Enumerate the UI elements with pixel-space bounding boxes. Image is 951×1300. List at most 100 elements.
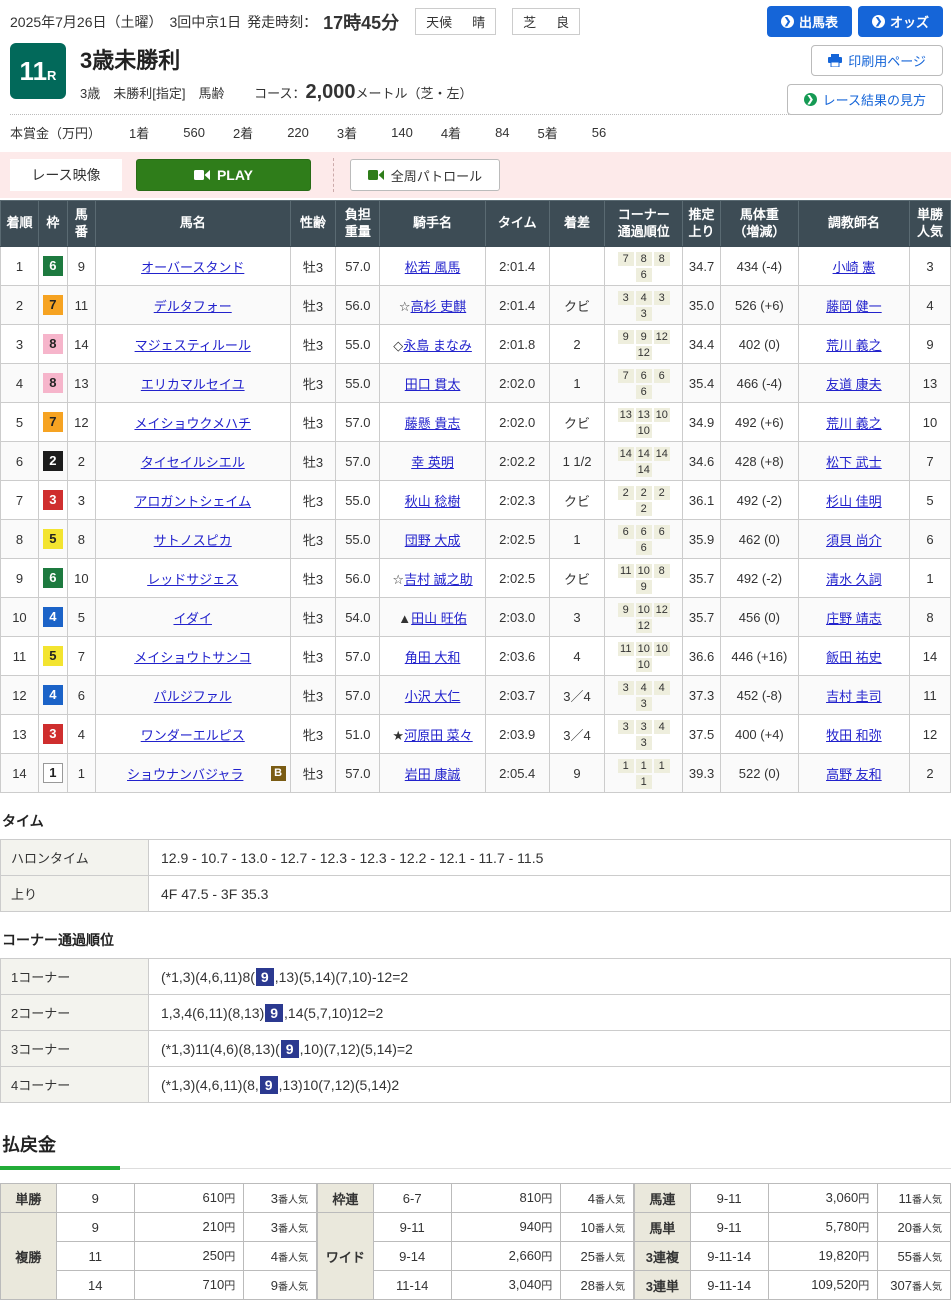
odds-button[interactable]: ❯ オッズ	[857, 6, 943, 37]
trainer-link[interactable]: 飯田 祐史	[826, 650, 882, 665]
horse-name-link[interactable]: イダイ	[173, 611, 211, 626]
finish-time: 2:03.7	[484, 675, 550, 715]
trainer-link[interactable]: 清水 久詞	[826, 572, 882, 587]
exacta-label: 馬単	[634, 1212, 691, 1242]
estimated-last-3f: 39.3	[682, 753, 722, 793]
jockey-link[interactable]: 河原田 菜々	[404, 728, 473, 743]
print-button-label: 印刷用ページ	[848, 54, 926, 69]
horse-name-cell: タイセイルシエル	[94, 441, 291, 481]
jockey-link[interactable]: 角田 大和	[405, 650, 461, 665]
win-favorite-rank: 4	[909, 285, 951, 325]
exacta-amount: 5,780円	[767, 1212, 879, 1242]
sex-age: 牡3	[289, 558, 337, 598]
horse-number: 7	[66, 636, 96, 676]
horse-name-link[interactable]: オーバースタンド	[141, 260, 244, 275]
trifecta-popularity: 307番人気	[877, 1270, 951, 1300]
finish-position: 10	[0, 597, 39, 637]
frame-cell: 3	[37, 714, 68, 754]
jockey-link[interactable]: 永島 まなみ	[403, 338, 472, 353]
trainer-link[interactable]: 吉村 圭司	[826, 689, 882, 704]
trainer-link[interactable]: 荒川 義之	[826, 338, 882, 353]
horse-name-link[interactable]: パルジファル	[154, 689, 232, 704]
sex-age: 牡3	[289, 246, 337, 286]
win-favorite-rank: 13	[909, 363, 951, 403]
jockey-link[interactable]: 藤懸 貴志	[405, 416, 461, 431]
place-popularity: 3番人気	[243, 1212, 317, 1242]
trainer-link[interactable]: 藤岡 健一	[826, 299, 882, 314]
sex-age: 牡3	[289, 636, 337, 676]
finish-time: 2:02.2	[484, 441, 550, 481]
horse-name-link[interactable]: マジェスティルール	[135, 338, 251, 353]
horse-name-link[interactable]: ショウナンバジャラ	[127, 767, 243, 782]
finish-position: 11	[0, 636, 39, 676]
trainer-link[interactable]: 杉山 佳明	[826, 494, 882, 509]
frame-number-badge: 5	[42, 529, 63, 549]
jockey-link[interactable]: 岩田 康誠	[405, 767, 461, 782]
jockey-link[interactable]: 田口 貫太	[405, 377, 461, 392]
horse-weight: 434 (-4)	[720, 246, 799, 286]
horse-name-link[interactable]: デルタフォー	[154, 299, 232, 314]
prize-amount: 84	[495, 125, 510, 140]
race-video-bar: レース映像 PLAY 全周パトロール	[0, 152, 951, 198]
trainer-link[interactable]: 小崎 憲	[833, 260, 876, 275]
win-favorite-rank: 3	[909, 246, 951, 286]
jockey-link[interactable]: 団野 大成	[405, 533, 461, 548]
chevron-right-icon: ❯	[803, 93, 817, 106]
col-horse-number: 馬 番	[66, 200, 96, 247]
jockey-link[interactable]: 高杉 吏麒	[411, 299, 467, 314]
corner-order-text: ,13)(5,14)(7,10)-12=2	[274, 968, 409, 985]
horse-name-link[interactable]: ワンダーエルピス	[141, 728, 245, 743]
horse-name-link[interactable]: エリカマルセイユ	[141, 377, 245, 392]
payout-section-title: 払戻金	[2, 1135, 56, 1155]
finish-position: 4	[0, 363, 39, 403]
horse-number: 4	[66, 714, 96, 754]
carried-weight: 57.0	[335, 246, 381, 286]
entries-button[interactable]: ❯ 出馬表	[766, 6, 852, 37]
horse-name-link[interactable]: メイショウクメハチ	[134, 416, 250, 431]
jockey-cell: ★河原田 菜々	[379, 714, 486, 754]
prize-amount: 56	[591, 125, 607, 140]
horse-name-link[interactable]: レッドサジェス	[147, 572, 238, 587]
corner-positions: 11 10 1010	[604, 636, 684, 676]
bracket-quinella-popularity: 4番人気	[560, 1183, 634, 1213]
jockey-link[interactable]: 幸 英明	[411, 455, 454, 470]
jockey-link[interactable]: 田山 旺佑	[411, 611, 467, 626]
trainer-link[interactable]: 松下 武士	[826, 455, 882, 470]
horse-name-link[interactable]: メイショウトサンコ	[134, 650, 251, 665]
trainer-link[interactable]: 須貝 尚介	[826, 533, 882, 548]
trainer-link[interactable]: 友道 康夫	[826, 377, 882, 392]
corner-pass-number: 7	[617, 252, 634, 266]
estimated-last-3f: 34.7	[682, 246, 722, 286]
corner-pass-number: 7	[617, 369, 634, 383]
frame-cell: 1	[37, 753, 68, 793]
trainer-link[interactable]: 荒川 義之	[826, 416, 882, 431]
trainer-cell: 友道 康夫	[797, 363, 911, 403]
horse-name-cell: パルジファル	[94, 675, 291, 715]
weather-label: 天候	[416, 9, 463, 34]
jockey-link[interactable]: 吉村 誠之助	[404, 572, 473, 587]
horse-name-link[interactable]: サトノスピカ	[154, 533, 232, 548]
jockey-link[interactable]: 小沢 大仁	[405, 689, 461, 704]
horse-name-link[interactable]: タイセイルシエル	[141, 455, 245, 470]
print-page-button[interactable]: 印刷用ページ	[811, 45, 943, 76]
horse-weight: 452 (-8)	[720, 675, 799, 715]
payout-tables: 単勝 9 610円 3番人気 複勝 9 210円 3番人気 11 250円 4番…	[0, 1183, 951, 1300]
result-guide-button[interactable]: ❯ レース結果の見方	[786, 84, 943, 115]
results-tbody: 1 6 9 オーバースタンド 牡3 57.0 松若 風馬 2:01.4 7 8 86…	[0, 246, 951, 793]
trainer-link[interactable]: 牧田 和弥	[826, 728, 882, 743]
patrol-video-button[interactable]: 全周パトロール	[350, 159, 500, 191]
jockey-link[interactable]: 松若 風馬	[405, 260, 461, 275]
col-margin: 着差	[548, 200, 606, 247]
prize-amount: 140	[391, 125, 413, 140]
course-distance: 2,000	[305, 81, 356, 103]
estimated-last-3f: 34.4	[682, 324, 722, 364]
trio-amount: 19,820円	[767, 1241, 879, 1271]
play-button[interactable]: PLAY	[136, 159, 311, 191]
trainer-link[interactable]: 高野 友和	[826, 767, 882, 782]
corner-pass-number: 3	[617, 291, 634, 305]
trainer-link[interactable]: 庄野 靖志	[826, 611, 882, 626]
margin	[548, 246, 606, 286]
horse-name-link[interactable]: アロガントシェイム	[134, 494, 251, 509]
race-result-page: ❯ 出馬表 ❯ オッズ 印刷用ページ ❯ レース結果の見方 2025年7月26日（土曜…	[0, 0, 951, 1300]
jockey-link[interactable]: 秋山 稔樹	[405, 494, 461, 509]
